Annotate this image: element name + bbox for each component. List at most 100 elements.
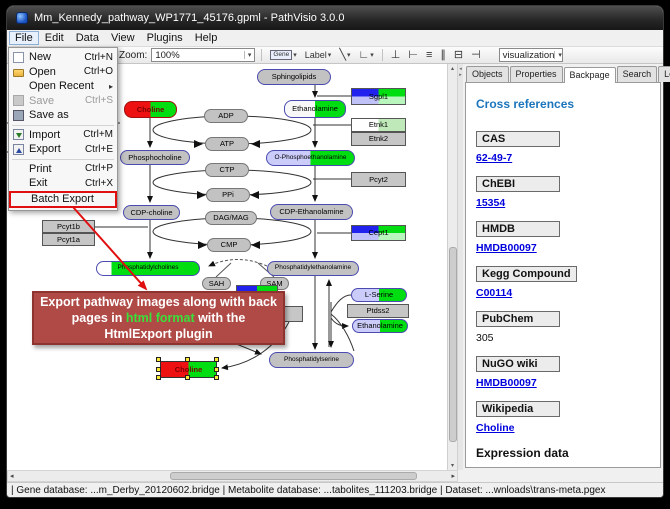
- xref-link[interactable]: HMDB00097: [476, 377, 650, 389]
- stack-horizontal-icon: ∥: [440, 50, 446, 61]
- tab-properties[interactable]: Properties: [510, 66, 563, 82]
- export-icon: [13, 144, 24, 155]
- xref-section-kegg: Kegg Compound C00114: [476, 266, 650, 299]
- chevron-down-icon[interactable]: ▾: [293, 51, 297, 59]
- pathway-node-ppi[interactable]: PPi: [206, 188, 250, 202]
- scroll-left-icon[interactable]: ◂: [10, 472, 14, 480]
- tab-objects[interactable]: Objects: [466, 66, 509, 82]
- pathway-node-sphingolipids[interactable]: Sphingolipids: [257, 69, 331, 85]
- menu-plugins[interactable]: Plugins: [141, 31, 189, 45]
- scroll-right-icon[interactable]: ▸: [451, 472, 455, 480]
- pathway-node-ctp[interactable]: CTP: [205, 163, 249, 177]
- menu-item-print[interactable]: Print Ctrl+P: [9, 162, 117, 177]
- selection-handle[interactable]: [214, 357, 219, 362]
- splitter-expand-icon[interactable]: ▸: [459, 72, 462, 78]
- chevron-down-icon[interactable]: ▾: [347, 51, 351, 59]
- zoom-combobox[interactable]: 100% ▾: [151, 48, 255, 62]
- pathway-node-atp[interactable]: ATP: [205, 137, 249, 151]
- vertical-scrollbar[interactable]: ▴ ▾: [447, 64, 457, 470]
- menu-item-import[interactable]: Import Ctrl+M: [9, 128, 117, 143]
- pathway-node-etnk2[interactable]: Etnk2: [351, 132, 406, 146]
- pathway-node-sah[interactable]: SAH: [202, 277, 231, 290]
- pathway-node-ethanolamine[interactable]: Ethanolamine: [284, 100, 346, 118]
- menu-help[interactable]: Help: [189, 31, 224, 45]
- pathway-node-cmp[interactable]: CMP: [207, 238, 251, 252]
- align-bottom-button[interactable]: ⊟: [452, 48, 465, 63]
- menu-item-export[interactable]: Export Ctrl+E: [9, 142, 117, 157]
- selection-handle[interactable]: [156, 375, 161, 380]
- pathway-node-dag-mag[interactable]: DAG/MAG: [205, 211, 257, 225]
- tab-backpage[interactable]: Backpage: [564, 67, 616, 83]
- menu-item-save-as[interactable]: Save as: [9, 108, 117, 123]
- scroll-up-icon[interactable]: ▴: [451, 65, 454, 72]
- align-left-button[interactable]: ⊣: [469, 48, 483, 63]
- pathway-node-pcyt2[interactable]: Pcyt2: [351, 172, 406, 187]
- xref-source-name: Kegg Compound: [476, 266, 577, 282]
- horizontal-scroll-thumb[interactable]: [170, 472, 417, 480]
- menu-edit[interactable]: Edit: [39, 31, 70, 45]
- menu-item-shortcut: Ctrl+P: [85, 163, 113, 174]
- menu-item-open-recent[interactable]: Open Recent ▸: [9, 79, 117, 94]
- line-tool-button[interactable]: ╲ ▾: [337, 48, 352, 63]
- selection-handle[interactable]: [156, 367, 161, 372]
- pathway-node-phosphatidylserine[interactable]: Phosphatidylserine: [269, 352, 354, 368]
- connector-tool-button[interactable]: ∟ ▾: [356, 48, 375, 63]
- pathway-node-choline[interactable]: Choline: [124, 101, 177, 118]
- xref-link[interactable]: C00114: [476, 287, 650, 299]
- menu-item-save[interactable]: Save Ctrl+S: [9, 94, 117, 109]
- menu-view[interactable]: View: [105, 31, 141, 45]
- pathway-node-cdp-choline[interactable]: CDP-choline: [123, 205, 180, 220]
- xref-section-pubchem: PubChem 305: [476, 311, 650, 344]
- menu-file[interactable]: File: [9, 31, 39, 45]
- datanode-tool-button[interactable]: Gene ▾: [268, 48, 298, 63]
- align-center-vertical-button[interactable]: ⊥: [389, 48, 403, 63]
- stack-vertical-button[interactable]: ≡: [424, 48, 434, 63]
- chevron-down-icon[interactable]: ▾: [370, 51, 374, 59]
- pathway-node-adp[interactable]: ADP: [204, 109, 248, 123]
- vertical-scroll-thumb[interactable]: [449, 247, 457, 442]
- pathway-node-etnk1[interactable]: Etnk1: [351, 118, 406, 132]
- xref-link[interactable]: 15354: [476, 197, 650, 209]
- tab-search[interactable]: Search: [617, 66, 658, 82]
- menu-item-batch-export[interactable]: Batch Export: [9, 191, 117, 208]
- align-center-horizontal-button[interactable]: ⊢: [406, 48, 420, 63]
- chevron-down-icon[interactable]: ▾: [244, 51, 252, 59]
- pathway-node-cdp-ethanolamine[interactable]: CDP-Ethanolamine: [270, 204, 353, 220]
- pathway-node-phosphocholine[interactable]: Phosphocholine: [120, 150, 190, 165]
- pathway-node-sgpl1[interactable]: Sgpl1: [351, 88, 406, 105]
- stack-horizontal-button[interactable]: ∥: [438, 48, 448, 63]
- chevron-down-icon[interactable]: ▾: [554, 51, 562, 59]
- selection-handle[interactable]: [156, 357, 161, 362]
- label-tool-button[interactable]: Label ▾: [303, 48, 334, 63]
- menu-item-new[interactable]: New Ctrl+N: [9, 50, 117, 65]
- sidebar-tabs: Objects Properties Backpage Search Legen…: [463, 66, 663, 82]
- visualization-combobox[interactable]: visualization ▾: [499, 48, 563, 62]
- pathway-node-ptdss2[interactable]: Ptdss2: [347, 304, 409, 318]
- pathway-node-phosphatidylcholines[interactable]: Phosphatidylcholines: [96, 261, 200, 276]
- selection-handle[interactable]: [185, 357, 190, 362]
- xref-link[interactable]: 62-49-7: [476, 152, 650, 164]
- selection-handle[interactable]: [185, 375, 190, 380]
- pathway-node-phosphatidylethanolamine[interactable]: Phosphatidylethanolamine: [267, 261, 359, 276]
- pathway-node-o-phosphoethanolamine[interactable]: O-Phosphoethanolamine: [266, 150, 355, 166]
- pathway-node-cept1[interactable]: Cept1: [351, 225, 406, 241]
- xref-link[interactable]: HMDB00097: [476, 242, 650, 254]
- pathway-node-l-serine[interactable]: L-Serine: [351, 288, 407, 302]
- chevron-down-icon[interactable]: ▾: [328, 51, 332, 59]
- menu-item-exit[interactable]: Exit Ctrl+X: [9, 176, 117, 191]
- menu-item-open[interactable]: Open Ctrl+O: [9, 65, 117, 80]
- callout-line2: pages in html format with the: [34, 310, 283, 326]
- scroll-down-icon[interactable]: ▾: [451, 462, 454, 469]
- pathway-node-ethanolamine-2[interactable]: Ethanolamine: [352, 319, 408, 333]
- title-bar[interactable]: Mm_Kennedy_pathway_WP1771_45176.gpml - P…: [7, 6, 663, 30]
- pathway-node-pcyt1b[interactable]: Pcyt1b: [42, 220, 95, 233]
- menu-data[interactable]: Data: [70, 31, 105, 45]
- tab-legend[interactable]: Legend: [658, 66, 670, 82]
- selection-handle[interactable]: [214, 375, 219, 380]
- pathway-node-pcyt1a[interactable]: Pcyt1a: [42, 233, 95, 246]
- xref-link[interactable]: Choline: [476, 422, 650, 434]
- xref-value: 305: [476, 332, 650, 344]
- horizontal-scrollbar[interactable]: ◂ ▸: [7, 470, 458, 482]
- selection-handle[interactable]: [214, 367, 219, 372]
- connector-tool-icon: ∟: [358, 50, 369, 61]
